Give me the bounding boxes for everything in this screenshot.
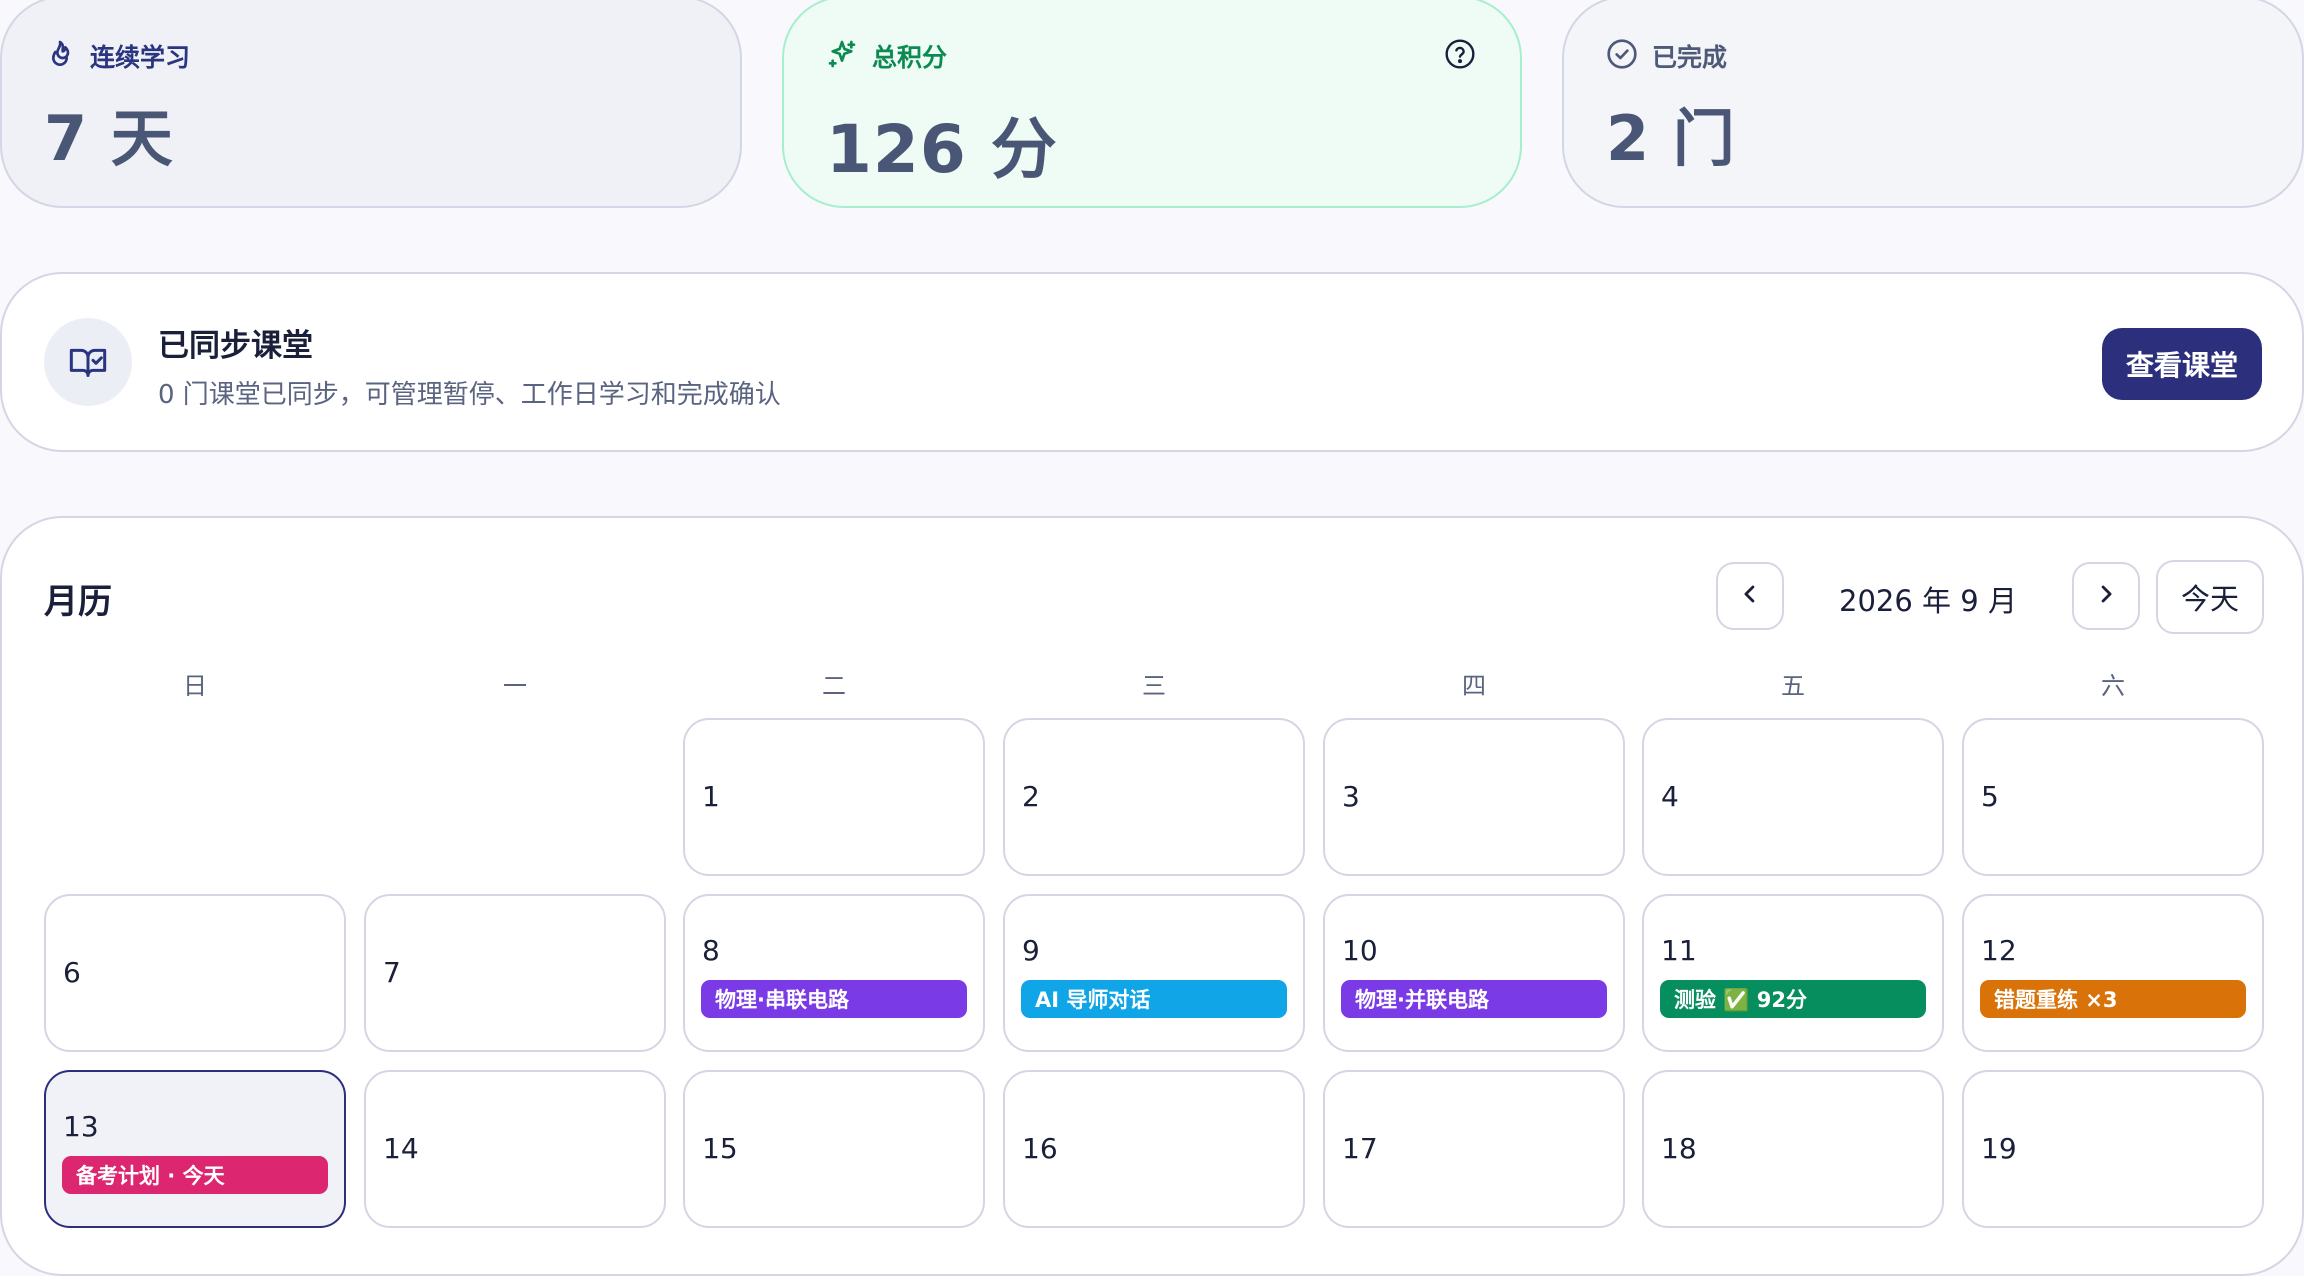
day-number: 18 — [1661, 1132, 1697, 1165]
weekday-label: 六 — [2101, 672, 2125, 700]
event-chip[interactable]: 物理·串联电路 — [701, 980, 967, 1018]
completed-value: 2 门 — [1606, 102, 1736, 175]
weekday-label: 二 — [822, 672, 846, 700]
weekday-label: 一 — [503, 672, 527, 700]
day-number: 16 — [1022, 1132, 1058, 1165]
day-number: 3 — [1342, 780, 1360, 813]
day-number: 1 — [702, 780, 720, 813]
event-chip[interactable]: 物理·并联电路 — [1341, 980, 1607, 1018]
streak-card: 连续学习 7 天 — [0, 0, 742, 208]
day-number: 15 — [702, 1132, 738, 1165]
calendar-day-cell[interactable]: 5 — [1962, 718, 2264, 876]
classroom-title: 已同步课堂 — [158, 328, 313, 364]
weekday-label: 五 — [1781, 672, 1805, 700]
day-number: 9 — [1022, 934, 1040, 967]
calendar-day-cell[interactable]: 19 — [1962, 1070, 2264, 1228]
weekday-header-row: 日一二三四五六 — [2, 666, 2304, 700]
synced-classroom-card: 已同步课堂 0 门课堂已同步，可管理暂停、工作日学习和完成确认 查看课堂 — [0, 272, 2304, 452]
calendar-title: 月历 — [44, 582, 112, 622]
calendar-day-cell[interactable]: 17 — [1323, 1070, 1625, 1228]
calendar-day-cell[interactable]: 8 物理·串联电路 — [683, 894, 985, 1052]
day-number: 13 — [63, 1110, 99, 1143]
weekday-label: 四 — [1462, 672, 1486, 700]
calendar-card: 月历 2026 年 9 月 今天 日一二三四五六 1 2 3 4 5 6 7 8 物理·串联电路… — [0, 516, 2304, 1276]
event-chip[interactable]: 测验 ✅ 92分 — [1660, 980, 1926, 1018]
next-month-button[interactable] — [2072, 562, 2140, 630]
calendar-day-cell[interactable]: 11 测验 ✅ 92分 — [1642, 894, 1944, 1052]
calendar-day-cell[interactable]: 10 物理·并联电路 — [1323, 894, 1625, 1052]
day-number: 4 — [1661, 780, 1679, 813]
completed-card: 已完成 2 门 — [1562, 0, 2304, 208]
book-check-icon — [44, 318, 132, 406]
calendar-day-cell[interactable]: 18 — [1642, 1070, 1944, 1228]
today-button[interactable]: 今天 — [2156, 560, 2264, 634]
help-circle-icon[interactable] — [1444, 38, 1476, 70]
day-number: 2 — [1022, 780, 1040, 813]
chevron-right-icon — [2092, 580, 2120, 612]
calendar-day-cell[interactable]: 16 — [1003, 1070, 1305, 1228]
view-classroom-button[interactable]: 查看课堂 — [2102, 328, 2262, 400]
completed-label: 已完成 — [1652, 43, 1728, 72]
sparkle-icon — [826, 38, 872, 74]
check-circle-icon — [1606, 38, 1652, 74]
calendar-day-cell[interactable]: 15 — [683, 1070, 985, 1228]
calendar-day-cell[interactable]: 3 — [1323, 718, 1625, 876]
day-number: 17 — [1342, 1132, 1378, 1165]
calendar-day-cell[interactable]: 7 — [364, 894, 666, 1052]
month-label: 2026 年 9 月 — [1839, 584, 2017, 618]
day-number: 8 — [702, 934, 720, 967]
calendar-day-cell[interactable]: 9 AI 导师对话 — [1003, 894, 1305, 1052]
streak-value: 7 天 — [44, 102, 174, 175]
calendar-day-cell[interactable]: 1 — [683, 718, 985, 876]
points-value: 126 分 — [826, 111, 1058, 188]
streak-label: 连续学习 — [90, 43, 191, 72]
flame-icon — [44, 38, 90, 74]
day-number: 6 — [63, 956, 81, 989]
day-number: 19 — [1981, 1132, 2017, 1165]
day-number: 11 — [1661, 934, 1697, 967]
weekday-label: 日 — [183, 672, 207, 700]
chevron-left-icon — [1736, 580, 1764, 612]
points-label: 总积分 — [872, 43, 948, 72]
day-number: 14 — [383, 1132, 419, 1165]
calendar-day-cell[interactable]: 2 — [1003, 718, 1305, 876]
event-chip[interactable]: 备考计划 · 今天 — [62, 1156, 328, 1194]
calendar-day-cell-today[interactable]: 13 备考计划 · 今天 — [44, 1070, 346, 1228]
calendar-day-cell[interactable]: 6 — [44, 894, 346, 1052]
day-number: 5 — [1981, 780, 1999, 813]
day-number: 12 — [1981, 934, 2017, 967]
day-number: 7 — [383, 956, 401, 989]
calendar-day-cell[interactable]: 4 — [1642, 718, 1944, 876]
calendar-day-cell[interactable]: 12 错题重练 ×3 — [1962, 894, 2264, 1052]
event-chip[interactable]: AI 导师对话 — [1021, 980, 1287, 1018]
event-chip[interactable]: 错题重练 ×3 — [1980, 980, 2246, 1018]
prev-month-button[interactable] — [1716, 562, 1784, 630]
day-number: 10 — [1342, 934, 1378, 967]
calendar-day-cell[interactable]: 14 — [364, 1070, 666, 1228]
stats-row: 连续学习 7 天 总积分 126 分 已完成 2 门 — [0, 0, 2304, 208]
weekday-label: 三 — [1142, 672, 1166, 700]
points-card: 总积分 126 分 — [782, 0, 1522, 208]
classroom-description: 0 门课堂已同步，可管理暂停、工作日学习和完成确认 — [158, 380, 781, 410]
